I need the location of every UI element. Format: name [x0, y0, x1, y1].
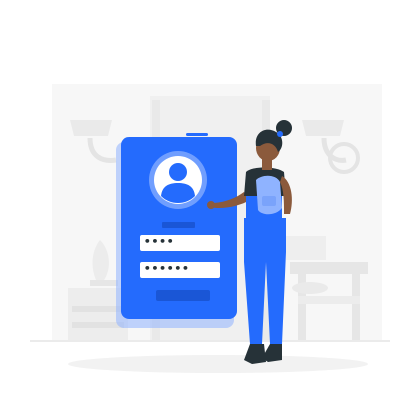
user-avatar-icon-head [169, 163, 187, 181]
floor-line [30, 340, 390, 342]
background-box [286, 236, 326, 260]
phone-top-notch [186, 133, 208, 136]
background-lamp-right [302, 120, 344, 136]
background-bowl [292, 282, 328, 294]
floor-shadow [68, 355, 368, 373]
person-shoe-right [262, 344, 282, 362]
background-table-shelf [298, 296, 360, 304]
person-hair-bun-tie [277, 131, 283, 137]
background-table-leg-2 [352, 274, 360, 342]
password-field-2-text: •••••• [144, 262, 190, 275]
background-shelf-left-line-2 [72, 322, 124, 328]
background-lamp-left [70, 120, 112, 136]
login-button [156, 290, 210, 301]
username-label-bar [162, 222, 195, 228]
backpack [256, 175, 282, 215]
background-table-right [290, 262, 368, 274]
login-illustration [30, 84, 390, 373]
person-shoe-left [244, 344, 266, 364]
password-field-1-text: •••• [144, 235, 175, 248]
backpack-pocket [262, 196, 276, 206]
person-hand [207, 201, 215, 209]
background-plant-stand [90, 280, 118, 286]
phone-device [116, 133, 237, 328]
